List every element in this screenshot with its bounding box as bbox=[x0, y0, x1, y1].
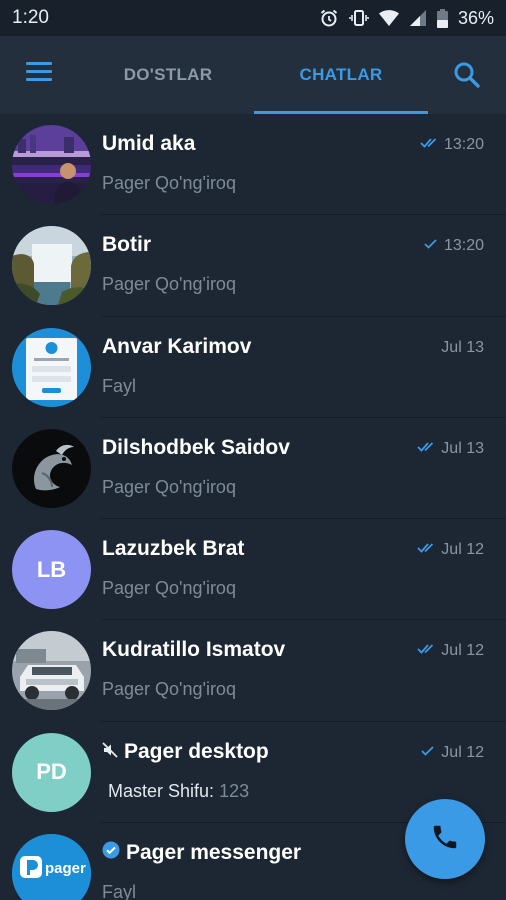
battery-percent: 36% bbox=[457, 7, 494, 28]
chat-preview: Pager Qo'ng'iroq bbox=[102, 274, 236, 295]
avatar[interactable] bbox=[12, 125, 91, 204]
muted-icon bbox=[102, 740, 118, 764]
double-check-icon bbox=[420, 136, 438, 154]
chat-list: Umid aka 13:20 Pager Qo'ng'iroq Botir 13… bbox=[0, 114, 506, 900]
phone-icon bbox=[430, 822, 460, 857]
chat-time: 13:20 bbox=[424, 237, 484, 255]
check-icon bbox=[424, 237, 438, 255]
chat-preview: Pager Qo'ng'iroq bbox=[102, 173, 236, 193]
chat-preview: Master Shifu: 123 bbox=[108, 781, 249, 802]
double-check-icon bbox=[417, 440, 435, 458]
chat-row[interactable]: LB Lazuzbek Brat Jul 12 Pager Qo'ng'iroq bbox=[0, 519, 506, 621]
alarm-icon bbox=[319, 8, 339, 28]
chat-time: Jul 12 bbox=[417, 541, 484, 559]
chat-preview: Pager Qo'ng'iroq bbox=[102, 578, 236, 599]
avatar-initials: LB bbox=[36, 556, 67, 582]
avatar[interactable] bbox=[12, 631, 91, 711]
chat-name: Kudratillo Ismatov bbox=[102, 638, 286, 662]
avatar[interactable]: PD bbox=[12, 732, 91, 812]
pager-logo: pager bbox=[12, 834, 91, 900]
chat-row[interactable]: Botir 13:20 Pager Qo'ng'iroq bbox=[0, 215, 506, 317]
chat-time: Jul 12 bbox=[417, 642, 484, 660]
avatar-initials: PD bbox=[36, 759, 67, 785]
app-header: DO'STLAR CHATLAR bbox=[0, 36, 506, 114]
verified-icon bbox=[102, 841, 120, 865]
status-bar: 1:20 36% bbox=[0, 0, 506, 36]
svg-text:pager: pager bbox=[45, 860, 86, 877]
tab-friends[interactable]: DO'STLAR bbox=[96, 36, 240, 114]
chat-row[interactable]: Dilshodbek Saidov Jul 13 Pager Qo'ng'iro… bbox=[0, 418, 506, 520]
vibrate-icon bbox=[349, 8, 369, 28]
double-check-icon bbox=[417, 642, 435, 660]
chat-time: Jul 13 bbox=[441, 338, 484, 356]
avatar[interactable] bbox=[12, 428, 91, 508]
status-time: 1:20 bbox=[12, 7, 49, 28]
check-icon bbox=[421, 744, 435, 762]
message-sender: Master Shifu: bbox=[108, 780, 215, 801]
chat-name: Pager desktop bbox=[102, 740, 269, 764]
avatar[interactable] bbox=[12, 327, 91, 407]
search-icon[interactable] bbox=[452, 60, 482, 90]
chat-name: Anvar Karimov bbox=[102, 334, 252, 358]
chat-row[interactable]: Kudratillo Ismatov Jul 12 Pager Qo'ng'ir… bbox=[0, 620, 506, 722]
chat-row[interactable]: Anvar Karimov Jul 13 Fayl bbox=[0, 317, 506, 418]
avatar[interactable]: pager bbox=[12, 834, 91, 900]
chat-time: Jul 13 bbox=[417, 440, 484, 458]
chat-row[interactable]: Umid aka 13:20 Pager Qo'ng'iroq bbox=[0, 114, 506, 216]
message-text: 123 bbox=[219, 780, 250, 801]
chat-name: Botir bbox=[102, 233, 151, 257]
chat-time: 13:20 bbox=[420, 136, 484, 154]
chat-preview: Fayl bbox=[102, 375, 137, 396]
battery-icon bbox=[436, 8, 448, 28]
status-icons: 36% bbox=[319, 8, 494, 29]
menu-icon[interactable] bbox=[26, 62, 54, 86]
double-check-icon bbox=[417, 541, 435, 559]
signal-icon bbox=[409, 9, 427, 27]
new-call-button[interactable] bbox=[405, 799, 485, 879]
chat-preview: Pager Qo'ng'iroq bbox=[102, 476, 236, 497]
chat-name: Lazuzbek Brat bbox=[102, 537, 245, 561]
chat-name: Pager messenger bbox=[102, 841, 301, 865]
chat-name: Umid aka bbox=[102, 132, 196, 155]
chat-preview: Pager Qo'ng'iroq bbox=[102, 679, 236, 700]
wifi-icon bbox=[378, 9, 399, 27]
chat-preview: Fayl bbox=[102, 882, 137, 900]
chat-time: Jul 12 bbox=[421, 744, 484, 762]
chat-name: Dilshodbek Saidov bbox=[102, 435, 290, 459]
avatar[interactable] bbox=[12, 226, 91, 306]
tab-chats[interactable]: CHATLAR bbox=[254, 36, 428, 114]
avatar[interactable]: LB bbox=[12, 530, 91, 610]
